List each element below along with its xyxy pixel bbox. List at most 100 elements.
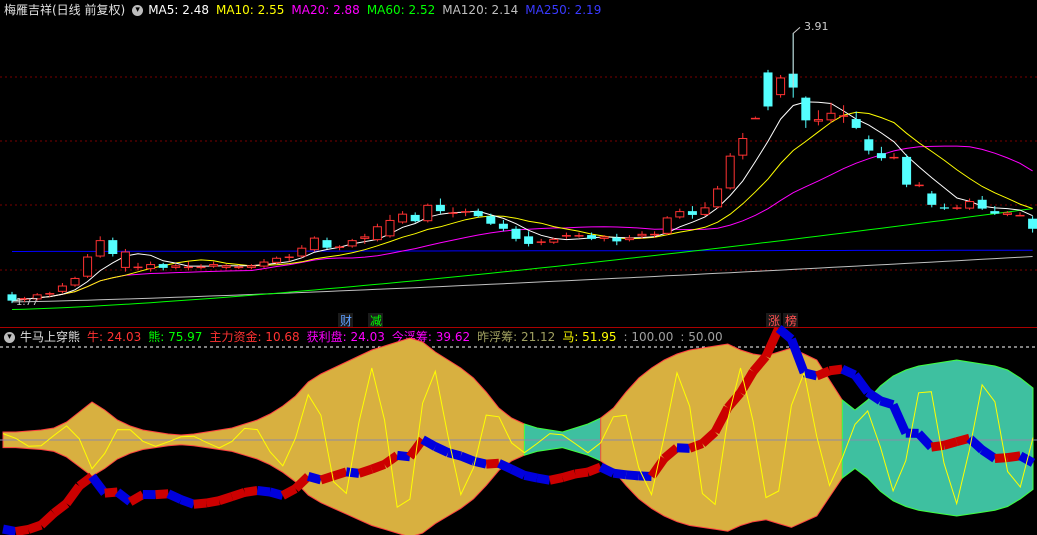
candle[interactable] — [83, 254, 93, 278]
candle[interactable] — [461, 208, 471, 217]
main-fund-segment — [51, 499, 70, 517]
candle[interactable] — [221, 264, 231, 270]
badge-ranking[interactable]: 榜 — [785, 313, 797, 328]
candle[interactable] — [347, 238, 357, 248]
candle[interactable] — [372, 223, 382, 242]
grid-lines — [0, 76, 1037, 271]
candle[interactable] — [297, 245, 307, 258]
candle[interactable] — [977, 196, 987, 210]
candle[interactable] — [196, 264, 206, 270]
badge-reduce[interactable]: 减 — [370, 314, 382, 328]
candle[interactable] — [612, 233, 622, 246]
candle[interactable] — [675, 208, 685, 219]
candle[interactable] — [662, 216, 672, 236]
indicator-panel[interactable] — [0, 324, 1037, 535]
candle[interactable] — [398, 211, 408, 224]
main-fund-segment — [612, 468, 627, 480]
candle[interactable] — [574, 232, 584, 238]
candle[interactable] — [246, 264, 256, 270]
main-fund-segment — [775, 324, 795, 343]
candle[interactable] — [889, 153, 899, 160]
candlesticks[interactable] — [7, 26, 1037, 304]
candle[interactable] — [763, 69, 773, 111]
candle[interactable] — [624, 235, 634, 242]
main-fund-segment — [205, 496, 220, 508]
main-fund-segment — [256, 486, 271, 497]
indicator-band — [523, 417, 602, 462]
main-fund-segment — [509, 465, 527, 480]
candle[interactable] — [713, 185, 723, 209]
candle[interactable] — [536, 238, 546, 246]
candle[interactable] — [927, 190, 937, 208]
candle[interactable] — [309, 236, 319, 252]
candle[interactable] — [864, 135, 874, 155]
candle[interactable] — [259, 259, 269, 268]
candle[interactable] — [1015, 212, 1025, 217]
candle[interactable] — [876, 146, 886, 161]
candle[interactable] — [57, 283, 67, 294]
candle[interactable] — [511, 226, 521, 242]
candle[interactable] — [158, 262, 168, 271]
main-fund-segment — [2, 524, 17, 535]
candle[interactable] — [410, 212, 420, 223]
main-fund-segment — [396, 450, 411, 462]
main-fund-segment — [851, 372, 872, 395]
main-fund-segment — [879, 396, 895, 410]
main-fund-segment — [332, 467, 348, 481]
candle[interactable] — [133, 262, 143, 271]
ma250-line — [12, 249, 1033, 252]
main-fund-segment — [561, 469, 577, 482]
candle[interactable] — [561, 232, 571, 239]
candle[interactable] — [952, 204, 962, 210]
main-fund-segment — [179, 495, 196, 509]
badge-limit-up[interactable]: 涨 — [768, 313, 780, 328]
candle[interactable] — [813, 110, 823, 126]
main-fund-segment — [942, 437, 958, 450]
candle[interactable] — [801, 96, 811, 128]
event-badges[interactable]: 财 减 涨 榜 — [338, 313, 798, 328]
main-fund-segment — [676, 443, 690, 453]
kline-chart[interactable]: 3.91 1.77 财 减 涨 榜 — [0, 0, 1037, 535]
main-fund-segment — [930, 440, 945, 452]
indicator-band — [2, 337, 525, 535]
candle[interactable] — [322, 237, 332, 249]
candle[interactable] — [108, 237, 118, 257]
candle[interactable] — [385, 214, 395, 238]
candle[interactable] — [70, 276, 80, 287]
candle[interactable] — [725, 153, 735, 190]
main-fund-segment — [217, 492, 234, 505]
candle[interactable] — [902, 154, 912, 188]
main-fund-segment — [127, 490, 146, 506]
main-fund-segment — [446, 448, 462, 461]
candle[interactable] — [473, 208, 483, 218]
main-fund-segment — [230, 488, 247, 501]
candle[interactable] — [914, 182, 924, 188]
main-fund-segment — [14, 525, 30, 535]
candle[interactable] — [750, 116, 760, 120]
candle[interactable] — [95, 236, 105, 258]
candle[interactable] — [120, 248, 130, 272]
candle[interactable] — [209, 261, 219, 268]
candle[interactable] — [851, 111, 861, 130]
main-fund-segment — [370, 460, 387, 474]
main-fund-segment — [280, 484, 298, 500]
low-price-label: 1.77 — [16, 297, 38, 308]
candle[interactable] — [1028, 216, 1037, 233]
candle[interactable] — [146, 261, 156, 272]
main-fund-segment — [345, 467, 360, 478]
candle[interactable] — [498, 219, 508, 232]
candle[interactable] — [776, 74, 786, 98]
candle[interactable] — [738, 132, 748, 160]
candle[interactable] — [687, 206, 697, 219]
candle[interactable] — [435, 198, 445, 214]
badge-finance[interactable]: 财 — [340, 314, 352, 328]
candle[interactable] — [423, 203, 433, 223]
ma120-line — [11, 256, 1033, 303]
main-fund-segment — [586, 462, 603, 477]
main-fund-segment — [166, 489, 183, 504]
candle[interactable] — [524, 231, 534, 247]
candle[interactable] — [700, 202, 710, 217]
candle[interactable] — [171, 264, 181, 270]
main-fund-segment — [104, 487, 118, 498]
candle[interactable] — [335, 245, 345, 251]
